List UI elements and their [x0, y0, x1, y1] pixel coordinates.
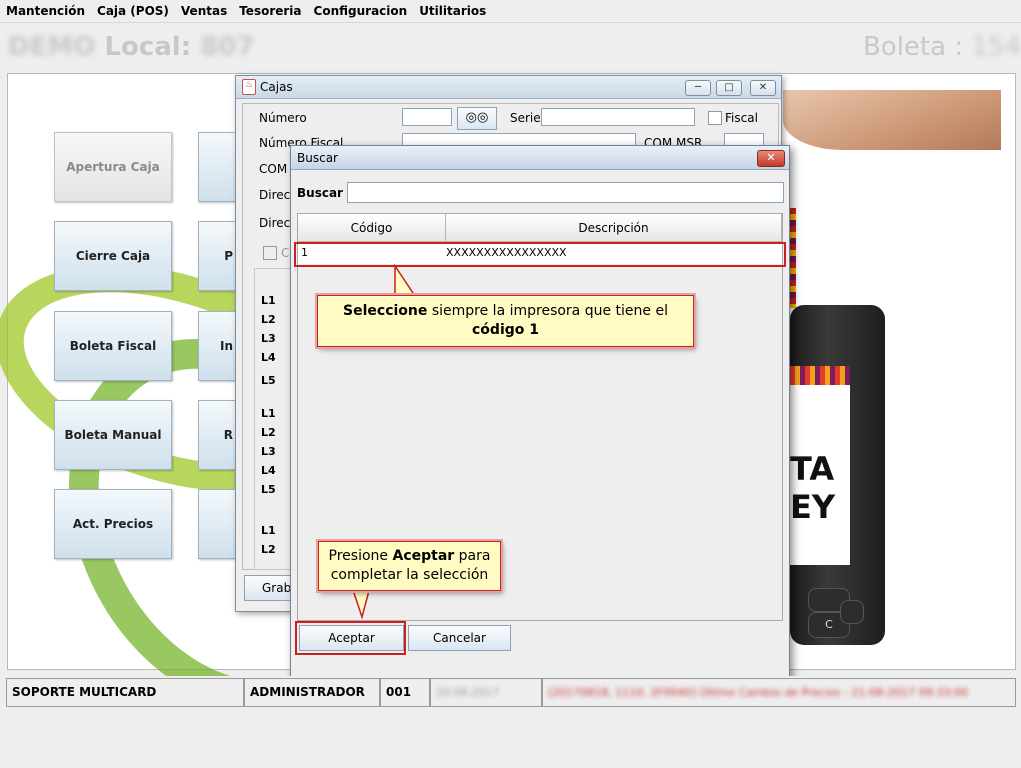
callout-bold: código 1	[472, 322, 539, 338]
status-caja: 001	[380, 678, 430, 707]
numero-field[interactable]	[402, 108, 452, 126]
fiscal-label: Fiscal	[725, 111, 758, 125]
cajas-title: Cajas	[260, 80, 293, 94]
buscar-label: Buscar	[297, 186, 343, 200]
second-column-button[interactable]: P	[198, 221, 238, 291]
status-fecha: 20.08.2017	[436, 686, 499, 699]
partial-label: R	[223, 428, 233, 442]
cajas-checkbox-label: C	[281, 246, 290, 260]
aceptar-highlight	[295, 621, 406, 655]
line-label: L4	[261, 464, 276, 477]
java-icon: ♨	[242, 79, 256, 95]
status-message-cell: [20170818, 1110, 2F0040] Último Cambio d…	[542, 678, 1016, 707]
close-icon[interactable]: ✕	[750, 80, 776, 96]
line-label: L1	[261, 294, 276, 307]
line-label: L1	[261, 524, 276, 537]
fiscal-checkbox[interactable]	[708, 111, 722, 125]
menu-ventas[interactable]: Ventas	[175, 0, 233, 19]
status-bar: SOPORTE MULTICARD ADMINISTRADOR 001 20.0…	[0, 676, 1021, 713]
line-label: L2	[261, 543, 276, 556]
menu-tesoreria[interactable]: Tesoreria	[233, 0, 307, 19]
boleta-fiscal-button[interactable]: Boleta Fiscal	[54, 311, 172, 381]
local-header: DEMO Local: 807	[8, 32, 254, 62]
device-text-line: TA	[790, 450, 835, 488]
line-label: L5	[261, 483, 276, 496]
callout-text: completar la selección	[330, 567, 489, 583]
column-header-descripcion[interactable]: Descripción	[446, 214, 782, 242]
boleta-number: 154	[971, 32, 1021, 62]
boleta-header: Boleta : 154	[863, 32, 1021, 62]
maximize-icon[interactable]: □	[716, 80, 742, 96]
callout-bold: Aceptar	[392, 548, 455, 564]
act-precios-button[interactable]: Act. Precios	[54, 489, 172, 559]
partial-label: P	[224, 249, 233, 263]
direccion-label: Direc	[259, 188, 291, 202]
minimize-icon[interactable]: ─	[685, 80, 711, 96]
local-number: 807	[200, 32, 255, 62]
menu-mantencion[interactable]: Mantención	[0, 0, 91, 19]
buscar-input[interactable]	[347, 182, 784, 203]
menu-bar: Mantención Caja (POS) Ventas Tesoreria Confi…	[0, 0, 1021, 23]
column-header-codigo[interactable]: Código	[298, 214, 446, 242]
callout-text: siempre la impresora que tiene el	[427, 303, 668, 319]
binoculars-icon[interactable]: ◎◎	[457, 107, 497, 130]
status-usuario: ADMINISTRADOR	[244, 678, 380, 707]
line-label: L4	[261, 351, 276, 364]
demo-label: DEMO	[8, 32, 96, 62]
menu-configuracion[interactable]: Configuracion	[308, 0, 414, 19]
serie-field[interactable]	[541, 108, 695, 126]
direccion-label-2: Direc	[259, 216, 291, 230]
callout-text: Presione	[328, 548, 393, 564]
device-text-line: EY	[790, 488, 836, 526]
menu-utilitarios[interactable]: Utilitarios	[413, 0, 492, 19]
cajas-checkbox[interactable]	[263, 246, 277, 260]
status-soporte: SOPORTE MULTICARD	[6, 678, 244, 707]
second-column-button[interactable]	[198, 132, 238, 202]
boleta-manual-button[interactable]: Boleta Manual	[54, 400, 172, 470]
buscar-titlebar[interactable]: Buscar ✕	[291, 146, 789, 170]
com-label: COM	[259, 162, 288, 176]
device-screen-text: TA EY	[790, 450, 850, 526]
local-label: Local:	[104, 32, 192, 62]
line-label: L1	[261, 407, 276, 420]
close-icon[interactable]: ✕	[757, 150, 785, 167]
callout-select-printer: Seleccione siempre la impresora que tien…	[317, 295, 694, 347]
row-highlight	[294, 242, 786, 267]
callout-text: para	[454, 548, 491, 564]
callout-press-accept: Presione Aceptar para completar la selec…	[318, 541, 501, 591]
boleta-label: Boleta :	[862, 32, 964, 62]
line-label: L2	[261, 426, 276, 439]
cierre-caja-button[interactable]: Cierre Caja	[54, 221, 172, 291]
line-label: L3	[261, 445, 276, 458]
second-column-button[interactable]: In	[198, 311, 238, 381]
second-column-button[interactable]: R	[198, 400, 238, 470]
line-label: L3	[261, 332, 276, 345]
second-column-button[interactable]	[198, 489, 238, 559]
device-color-stripes	[790, 366, 850, 386]
callout-bold: Seleccione	[343, 303, 428, 319]
buscar-title: Buscar	[297, 151, 338, 165]
partial-label: In	[219, 339, 233, 353]
status-fecha-cell: 20.08.2017	[430, 678, 542, 707]
hand-image	[783, 90, 1001, 150]
cancelar-button[interactable]: Cancelar	[408, 625, 511, 651]
menu-caja-pos[interactable]: Caja (POS)	[91, 0, 175, 19]
numero-label: Número	[259, 111, 307, 125]
device-key	[840, 600, 864, 624]
cajas-titlebar[interactable]: ♨ Cajas ─ □ ✕	[236, 76, 781, 99]
status-message: [20170818, 1110, 2F0040] Último Cambio d…	[548, 686, 969, 699]
line-label: L5	[261, 374, 276, 387]
line-label: L2	[261, 313, 276, 326]
apertura-caja-button[interactable]: Apertura Caja	[54, 132, 172, 202]
serie-label: Serie	[510, 111, 541, 125]
